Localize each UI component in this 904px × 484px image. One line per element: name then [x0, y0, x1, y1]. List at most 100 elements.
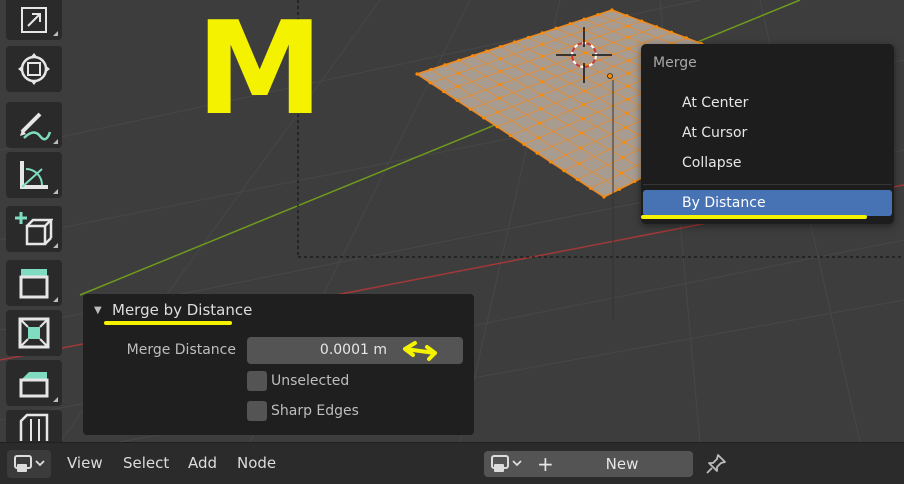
unselected-checkbox[interactable] [247, 371, 267, 391]
annotation-underline-by-distance [641, 215, 867, 219]
mesh-vertex [429, 67, 433, 72]
tool-scale[interactable] [6, 0, 62, 40]
select-menu[interactable]: Select [123, 454, 169, 472]
tool-loop-cut[interactable] [6, 410, 62, 442]
mesh-vertex [522, 142, 526, 146]
merge-by-distance-item[interactable]: By Distance [643, 190, 892, 216]
mesh-vertex [471, 54, 475, 58]
mesh-vertex [575, 177, 579, 182]
sharp-edges-label: Sharp Edges [271, 403, 359, 419]
merge-collapse-item[interactable]: Collapse [643, 150, 892, 176]
mesh-vertex [623, 125, 628, 130]
mesh-vertex [589, 186, 593, 190]
merge-by-distance-panel: ▼ Merge by Distance Merge Distance 0.000… [83, 294, 474, 435]
mesh-vertex [495, 125, 499, 129]
add-menu[interactable]: Add [188, 454, 217, 472]
new-button[interactable]: + New [527, 451, 693, 477]
browse-data-icon [491, 455, 522, 472]
pin-icon[interactable] [704, 452, 728, 476]
mesh-vertex [457, 58, 461, 62]
merge-menu: Merge At Center At Cursor Collapse By Di… [641, 44, 894, 224]
bevel-icon [19, 372, 49, 398]
annotate-icon [20, 112, 52, 141]
mesh-vertex [468, 107, 473, 111]
mesh-vertex [581, 117, 585, 121]
merge-at-cursor-item[interactable]: At Cursor [643, 120, 892, 146]
mesh-vertex [540, 80, 544, 84]
tool-annotate[interactable] [6, 102, 62, 148]
scale-icon [21, 7, 47, 33]
tool-inset[interactable] [6, 310, 62, 356]
3d-viewport[interactable]: M Merge At Center At Cursor Collapse By … [0, 0, 904, 442]
mesh-vertex [626, 71, 630, 75]
mesh-vertex [535, 151, 539, 155]
annotation-underline-panel-title [104, 321, 232, 325]
overlay-key-letter: M [196, 0, 323, 144]
mesh-vertex [485, 49, 489, 53]
tool-extrude[interactable] [6, 260, 62, 306]
mesh-vertex [625, 24, 630, 28]
mesh-vertex [622, 140, 626, 144]
mesh-vertex [443, 63, 447, 67]
mesh-vertex [582, 17, 586, 21]
mesh-vertex [482, 116, 486, 120]
mesh-vertex [669, 30, 674, 34]
merge-at-center-item[interactable]: At Center [643, 90, 892, 116]
node-menu[interactable]: Node [237, 454, 276, 472]
mesh-vertex [640, 19, 644, 23]
tool-bevel[interactable] [6, 360, 62, 406]
mesh-vertex [498, 57, 503, 61]
panel-title[interactable]: Merge by Distance [112, 301, 252, 319]
mesh-vertex [538, 121, 542, 125]
mesh-vertex [577, 161, 581, 166]
view-menu[interactable]: View [67, 454, 103, 472]
mesh-vertex [497, 96, 501, 100]
mesh-vertex [684, 36, 688, 40]
tool-transform[interactable] [6, 46, 62, 92]
mesh-vertex [442, 89, 446, 94]
mesh-vertex [626, 47, 630, 51]
mesh-vertex [582, 89, 587, 93]
merge-menu-title: Merge [653, 55, 697, 71]
mesh-vertex [610, 8, 614, 12]
merge-distance-label: Merge Distance [126, 342, 236, 358]
mesh-vertex [578, 146, 583, 150]
collapse-arrow-icon[interactable]: ▼ [94, 305, 102, 316]
mesh-vertex [633, 179, 637, 184]
mesh-vertex [626, 59, 631, 63]
mesh-vertex [654, 25, 659, 29]
mesh-vertex [625, 13, 629, 18]
mesh-vertex [415, 72, 419, 76]
inset-icon [18, 317, 50, 349]
mesh-vertex [624, 111, 629, 115]
annotation-drag-arrow-icon [403, 341, 437, 361]
mesh-vertex [537, 136, 541, 140]
tool-measure[interactable] [6, 152, 62, 198]
mesh-vertex [456, 84, 460, 89]
mesh-vertex [562, 169, 566, 173]
mesh-vertex [508, 133, 513, 138]
new-button-label: New [605, 455, 639, 473]
mesh-vertex [568, 22, 572, 26]
mesh-vertex [539, 107, 543, 111]
loop-cut-icon [19, 413, 49, 441]
mesh-vertex [621, 155, 625, 160]
mesh-vertex [626, 35, 630, 39]
mesh-vertex [548, 160, 553, 164]
mesh-vertex [456, 71, 461, 75]
node-editor-header: View Select Add Node + New [0, 442, 904, 484]
mesh-vertex [541, 54, 545, 58]
tool-add-cube[interactable] [6, 206, 62, 252]
mesh-vertex [541, 42, 545, 46]
editor-type-icon [14, 455, 45, 472]
measure-icon [20, 161, 48, 189]
mesh-vertex [580, 131, 584, 135]
browse-data-button[interactable] [484, 451, 528, 477]
extrude-icon [19, 269, 49, 299]
mesh-vertex [498, 44, 503, 49]
transform-icon [18, 53, 50, 85]
add-cube-icon [15, 212, 53, 246]
sharp-edges-checkbox[interactable] [247, 401, 267, 421]
mesh-vertex [540, 31, 544, 35]
editor-type-button[interactable] [7, 450, 51, 478]
